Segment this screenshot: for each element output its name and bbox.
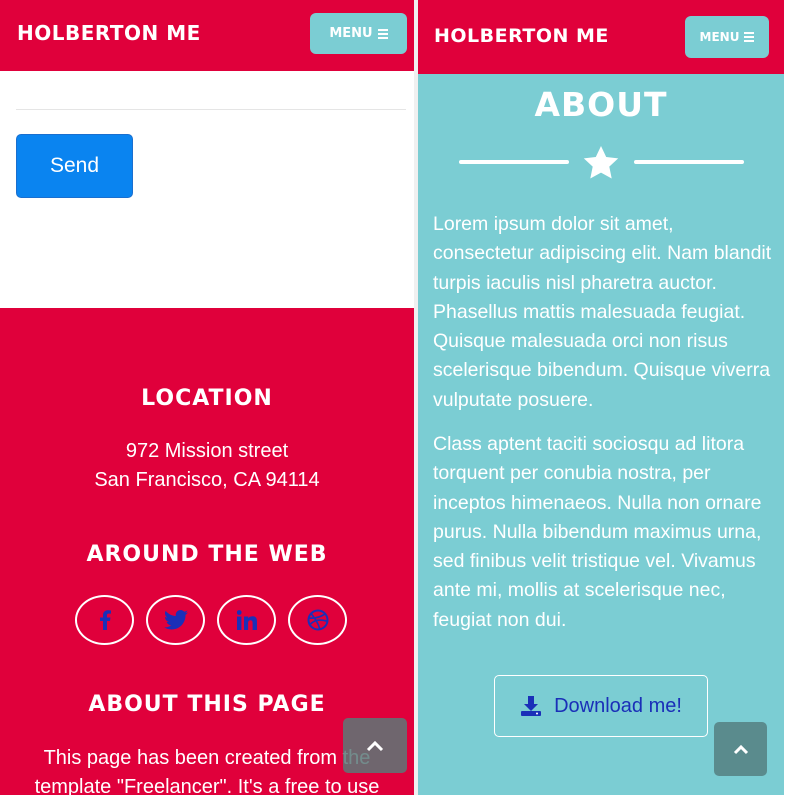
brand-logo[interactable]: HOLBERTON ME xyxy=(17,21,201,45)
about-this-page-heading: ABOUT THIS PAGE xyxy=(88,692,326,717)
download-icon xyxy=(521,696,542,716)
menu-label: MENU xyxy=(699,30,740,44)
download-button[interactable]: Download me! xyxy=(494,675,708,737)
menu-button[interactable]: MENU xyxy=(310,13,407,54)
facebook-icon[interactable] xyxy=(75,595,134,645)
social-links xyxy=(75,595,347,645)
hamburger-icon xyxy=(744,32,755,42)
twitter-icon[interactable] xyxy=(146,595,205,645)
form-field-underline xyxy=(16,109,406,110)
download-label: Download me! xyxy=(554,694,682,717)
about-heading: ABOUT xyxy=(534,85,668,124)
chevron-up-icon xyxy=(366,740,384,751)
divider-line-right xyxy=(634,160,744,164)
hamburger-icon xyxy=(377,28,388,39)
divider-line-left xyxy=(459,160,569,164)
menu-label: MENU xyxy=(329,26,373,41)
left-viewport: HOLBERTON ME MENU Send LOCATION 972 Miss… xyxy=(0,0,414,795)
right-viewport: HOLBERTON ME MENU ABOUT Lorem ipsum dolo… xyxy=(418,0,784,795)
brand-logo[interactable]: HOLBERTON ME xyxy=(434,25,609,47)
send-button[interactable]: Send xyxy=(16,134,133,198)
chevron-up-icon xyxy=(733,744,748,754)
navbar: HOLBERTON ME MENU xyxy=(0,0,414,71)
menu-button[interactable]: MENU xyxy=(685,16,769,58)
location-heading: LOCATION xyxy=(141,386,273,411)
address-line-1: 972 Mission street xyxy=(125,440,289,462)
scroll-to-top-button[interactable] xyxy=(343,718,407,773)
star-icon xyxy=(583,146,619,179)
scroll-to-top-button[interactable] xyxy=(714,722,767,776)
address-line-2: San Francisco, CA 94114 xyxy=(94,469,320,491)
around-the-web-heading: AROUND THE WEB xyxy=(86,542,328,567)
navbar: HOLBERTON ME MENU xyxy=(418,0,784,74)
dribbble-icon[interactable] xyxy=(288,595,347,645)
about-paragraph-2: Class aptent taciti sociosqu ad litora t… xyxy=(433,433,762,631)
about-page-text-line-2: template "Freelancer". It's a free to us… xyxy=(34,776,380,795)
linkedin-icon[interactable] xyxy=(217,595,276,645)
about-paragraph-1: Lorem ipsum dolor sit amet, consectetur … xyxy=(433,213,772,411)
